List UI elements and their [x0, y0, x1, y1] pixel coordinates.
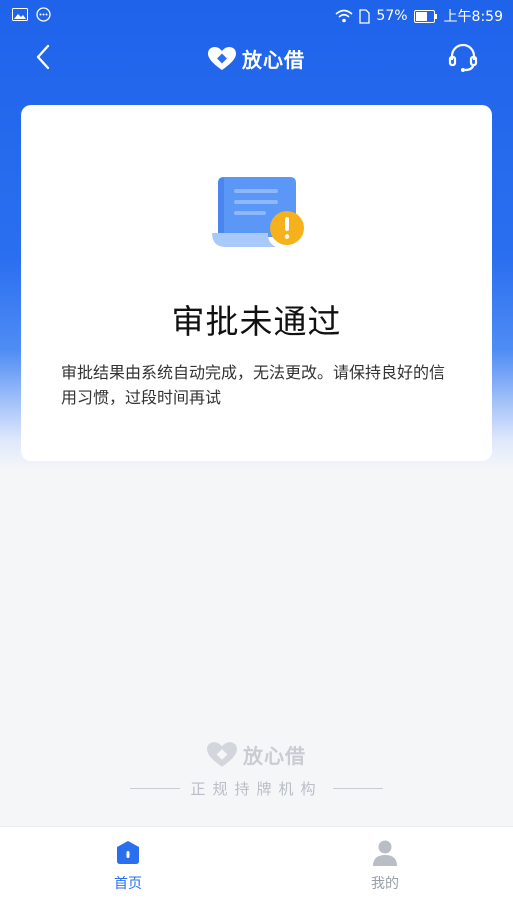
result-title: 审批未通过	[171, 302, 342, 341]
heart-logo-icon	[207, 741, 237, 767]
document-warning-icon	[212, 177, 304, 247]
status-time: 上午8:59	[443, 9, 503, 25]
home-icon	[117, 841, 139, 864]
user-icon	[373, 840, 397, 866]
brand-name: 放心借	[242, 48, 305, 72]
footer-tagline-row: 正规持牌机构	[0, 778, 513, 799]
footer-brand: 放心借	[0, 740, 513, 769]
battery-percent: 57%	[376, 8, 408, 24]
tab-bar: 首页 我的	[0, 826, 513, 913]
image-icon	[12, 8, 28, 21]
headset-icon[interactable]	[447, 42, 479, 74]
status-bar: 57% 上午8:59	[0, 0, 513, 30]
battery-icon	[413, 9, 437, 23]
divider-left	[130, 788, 181, 789]
sim-icon	[359, 8, 371, 24]
footer-tagline: 正规持牌机构	[190, 780, 323, 798]
tab-mine-label: 我的	[371, 876, 399, 892]
tab-home-label: 首页	[114, 876, 142, 892]
result-card: 审批未通过 审批结果由系统自动完成，无法更改。请保持良好的信用习惯，过段时间再试	[21, 105, 492, 461]
brand-logo: 放心借	[0, 44, 513, 73]
divider-right	[332, 788, 383, 789]
footer-brand-name: 放心借	[243, 744, 306, 768]
tab-mine[interactable]: 我的	[345, 839, 425, 893]
wifi-icon	[335, 9, 353, 23]
nav-bar: 放心借	[0, 30, 513, 86]
result-description: 审批结果由系统自动完成，无法更改。请保持良好的信用习惯，过段时间再试	[61, 363, 446, 407]
heart-logo-icon	[208, 46, 236, 70]
message-icon	[36, 7, 51, 22]
tab-home[interactable]: 首页	[88, 839, 168, 893]
